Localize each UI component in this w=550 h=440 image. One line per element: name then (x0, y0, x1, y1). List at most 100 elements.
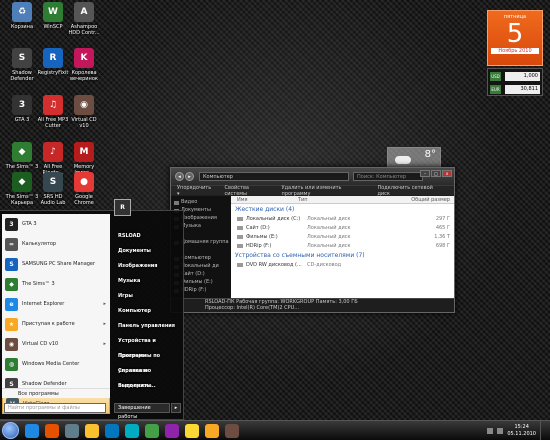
calendar-gadget[interactable]: пятница 5 Ноябрь 2010 (487, 10, 543, 66)
explorer-body: Видео Документы Изображения Музыка Домашняя … (171, 196, 454, 298)
maximize-button[interactable]: □ (431, 170, 441, 177)
all-programs-button[interactable]: Все программы (2, 388, 110, 398)
column-name[interactable]: Имя (231, 196, 298, 203)
program-label: Windows Media Center (22, 361, 80, 367)
drive-size: 698 Г (435, 242, 450, 249)
start-right-item[interactable]: RSLOAD (114, 229, 182, 244)
explorer-window: ◂ ▸ Компьютер Поиск: Компьютер – □ x Упо… (170, 167, 455, 313)
removable-group-header[interactable]: Устройства со съемными носителями (7) (231, 250, 454, 260)
all-programs-label: Все программы (18, 391, 59, 397)
shutdown-button[interactable]: Завершение работы (114, 403, 170, 420)
desktop-icon[interactable]: S Shadow Defender (5, 48, 39, 92)
drive-row[interactable]: HDRip (F:) Локальный диск 698 Г (231, 241, 454, 250)
virtualcd-task[interactable] (225, 423, 239, 438)
toolbar-button[interactable]: Подключить сетевой диск (377, 185, 442, 197)
start-right-item[interactable]: Компьютер (114, 304, 182, 319)
firefox-task[interactable] (45, 423, 59, 438)
toolbar-button[interactable]: Упорядочить ▾ (177, 185, 213, 197)
icq-task[interactable] (145, 423, 159, 438)
start-right-item[interactable]: Выполнить... (114, 379, 182, 394)
batman-task[interactable] (185, 423, 199, 438)
ie-task[interactable] (25, 423, 39, 438)
nav-item[interactable]: Видео (173, 199, 229, 207)
explorer-task[interactable] (85, 423, 99, 438)
drive-type: Локальный диск (307, 215, 351, 222)
explorer-search-input[interactable]: Поиск: Компьютер (353, 172, 423, 181)
media-center-icon: ◍ (5, 357, 18, 371)
system-tray: 15:24 05.11.2010 (487, 421, 546, 440)
desktop-icon-label: Shadow Defender (10, 70, 34, 82)
hdd-group-header[interactable]: Жесткие диски (4) (231, 204, 454, 214)
memory-icon: M (74, 142, 94, 162)
korolevavech-icon: K (74, 48, 94, 68)
program-item-sims3[interactable]: ◆ The Sims™ 3 (2, 274, 110, 294)
desktop-icon-label: Королева вечеринок (70, 70, 98, 82)
start-menu: 3 GTA 3 = Калькулятор S SAMSUNG PC Share Mana… (0, 199, 184, 420)
user-avatar[interactable]: R (114, 199, 131, 216)
program-item-gta3[interactable]: 3 GTA 3 (2, 214, 110, 234)
program-item-getting-started[interactable]: ★ Приступая к работе ▸ (2, 314, 110, 334)
back-button[interactable]: ◂ (175, 172, 184, 181)
desktop-icon-label: RegistryFixit (37, 70, 69, 76)
start-right-item[interactable]: Игры (114, 289, 182, 304)
program-item-samsung-pc-share[interactable]: S SAMSUNG PC Share Manager (2, 254, 110, 274)
mp3cutter-icon: ♫ (43, 95, 63, 115)
start-search-input[interactable]: Найти программы и файлы (4, 403, 106, 413)
desktop-icon[interactable]: R RegistryFixit (36, 48, 70, 92)
desktop-icon-label: WinSCP (43, 24, 63, 30)
program-item-calculator[interactable]: = Калькулятор (2, 234, 110, 254)
currency-value: 1,000 (505, 72, 540, 81)
explorer-titlebar[interactable]: ◂ ▸ Компьютер Поиск: Компьютер – □ x (171, 168, 454, 185)
tray-icon[interactable] (497, 427, 504, 434)
skype-task[interactable] (125, 423, 139, 438)
drive-row[interactable]: Фильмы (E:) Локальный диск 1,36 Т (231, 232, 454, 241)
drive-row[interactable]: DVD RW дисковод (... CD-дисковод (231, 260, 454, 269)
show-desktop-button[interactable] (540, 421, 546, 440)
desktop-icon[interactable]: 3 GTA 3 (5, 95, 39, 139)
cloud-icon (395, 156, 411, 164)
shutdown-options-button[interactable]: ▸ (171, 403, 181, 413)
floppy-task[interactable] (65, 423, 79, 438)
minimize-button[interactable]: – (420, 170, 430, 177)
address-bar[interactable]: Компьютер (199, 172, 349, 181)
program-item-media-center[interactable]: ◍ Windows Media Center (2, 354, 110, 374)
folder-task[interactable] (205, 423, 219, 438)
toolbar-button[interactable]: Свойства системы (225, 185, 270, 197)
desktop-icon-label: The Sims™ 3 Карьера (5, 194, 39, 206)
close-button[interactable]: x (442, 170, 452, 177)
desktop-icon[interactable]: K Королева вечеринок (67, 48, 101, 92)
desktop-icon[interactable]: A Ashampoo HDD Contr... (67, 2, 101, 46)
start-right-item[interactable]: Панель управления (114, 319, 182, 334)
start-right-item[interactable]: Устройства и принтеры (114, 334, 182, 359)
internet-explorer-icon: e (5, 297, 18, 311)
desktop-icon-label: Virtual CD v10 (71, 117, 97, 129)
desktop-icon-label: Ashampoo HDD Contr... (68, 24, 100, 36)
toolbar-button[interactable]: Удалить или изменить программу (282, 185, 366, 197)
drive-row[interactable]: Сайт (D:) Локальный диск 465 Г (231, 223, 454, 232)
currency-gadget[interactable]: USD 1,000 EUR 30,811 (487, 68, 543, 96)
program-item-internet-explorer[interactable]: e Internet Explorer ▸ (2, 294, 110, 314)
start-right-item[interactable]: Программы по умолчанию (114, 349, 182, 374)
drive-row[interactable]: Локальный диск (C:) Локальный диск 297 Г (231, 214, 454, 223)
column-type[interactable]: Тип (298, 196, 358, 203)
desktop-icon[interactable]: ♫ All Free MP3 Cutter (36, 95, 70, 139)
start-button[interactable] (2, 422, 19, 439)
tray-icon[interactable] (487, 427, 494, 434)
explorer-toolbar: Упорядочить ▾ Свойства системы Удалить или… (171, 185, 454, 197)
getting-started-icon: ★ (5, 317, 18, 331)
clock[interactable]: 15:24 05.11.2010 (507, 424, 536, 438)
program-item-virtualcd[interactable]: ◉ Virtual CD v10 ▸ (2, 334, 110, 354)
desktop-icon-label: Корзина (10, 24, 34, 30)
forward-button[interactable]: ▸ (185, 172, 194, 181)
desktop-icon[interactable]: ♻ Корзина (5, 2, 39, 46)
media-task[interactable] (105, 423, 119, 438)
column-size[interactable]: Общий размер (411, 196, 454, 203)
chat-task[interactable] (165, 423, 179, 438)
desktop-icon[interactable]: W WinSCP (36, 2, 70, 46)
start-right-item[interactable]: Документы (114, 244, 182, 259)
desktop-icon-label: The Sims™ 3 (5, 164, 39, 170)
desktop-icon[interactable]: ◉ Virtual CD v10 (67, 95, 101, 139)
program-label: SAMSUNG PC Share Manager (22, 261, 96, 267)
start-right-item[interactable]: Изображения (114, 259, 182, 274)
start-right-item[interactable]: Музыка (114, 274, 182, 289)
